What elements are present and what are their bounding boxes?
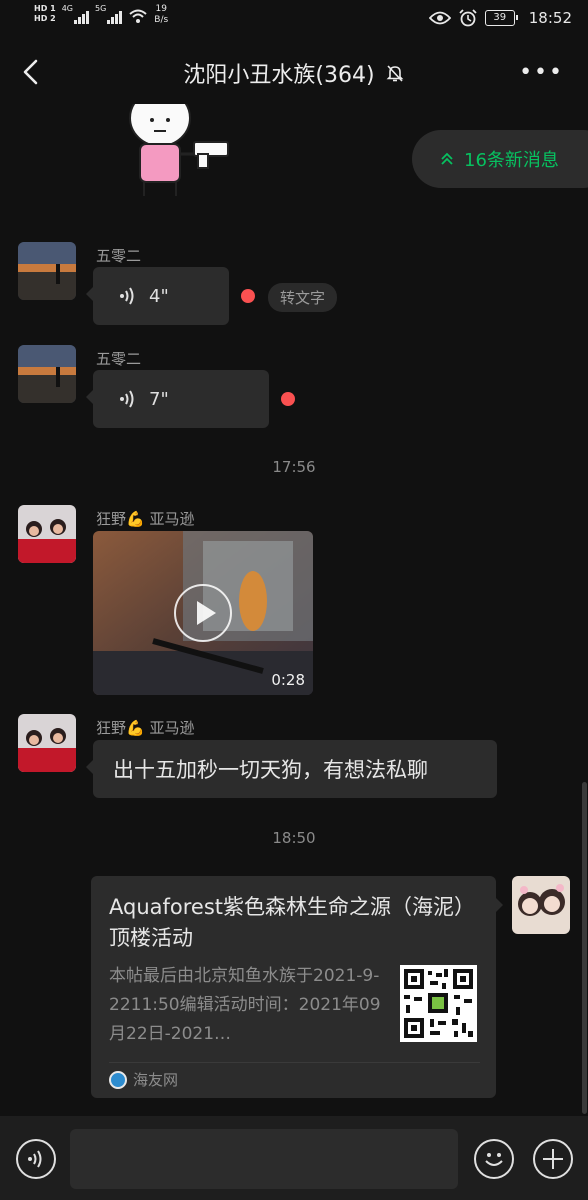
signal-icon — [73, 10, 89, 24]
input-bar — [0, 1116, 588, 1200]
clock-time: 18:52 — [528, 9, 572, 27]
chat-title: 沈阳小丑水族(364) — [183, 63, 375, 88]
avatar[interactable] — [18, 345, 76, 403]
sender-name: 狂野💪 亚马逊 — [96, 719, 195, 737]
card-divider — [109, 1062, 480, 1063]
voice-message-bubble[interactable]: 7" — [86, 370, 269, 428]
voice-input-button[interactable] — [16, 1139, 56, 1179]
new-messages-label: 16条新消息 — [464, 150, 559, 171]
voice-duration: 7" — [149, 388, 169, 410]
battery-icon: 39 — [484, 10, 518, 26]
source-logo-icon — [109, 1070, 127, 1089]
voice-wave-icon — [120, 287, 134, 305]
status-bar: HD 1 HD 2 4G 5G 19 B/s 39 18:52 — [0, 0, 588, 40]
eye-icon — [428, 11, 451, 25]
voice-message-bubble[interactable]: 4" — [86, 267, 229, 325]
text-message-bubble[interactable]: 出十五加秒一切天狗，有想法私聊 — [86, 740, 497, 798]
my-avatar[interactable] — [512, 876, 570, 934]
message-text: 出十五加秒一切天狗，有想法私聊 — [113, 758, 428, 782]
network-speed-value: 19 — [155, 4, 167, 14]
unread-dot — [241, 289, 255, 303]
avatar[interactable] — [18, 505, 76, 563]
sim2-label: HD 2 — [34, 14, 56, 23]
convert-to-text-button[interactable]: 转文字 — [268, 283, 338, 312]
unread-dot — [281, 392, 295, 406]
avatar[interactable] — [18, 714, 76, 772]
link-card[interactable]: Aquaforest紫色森林生命之源（海泥）顶楼活动 本帖最后由北京知鱼水族于2… — [91, 876, 503, 1098]
signal-icon — [107, 10, 123, 24]
more-options-icon[interactable]: ••• — [519, 60, 564, 85]
sticker-image[interactable] — [124, 104, 234, 200]
plus-icon — [543, 1149, 563, 1169]
wifi-icon — [129, 9, 147, 23]
double-chevron-up-icon — [441, 152, 453, 165]
chat-header: 沈阳小丑水族(364) ••• — [0, 40, 588, 104]
network-type-1: 4G — [61, 4, 73, 13]
network-type-2: 5G — [94, 4, 107, 13]
card-source: 海友网 — [133, 1071, 179, 1089]
sender-name: 狂野💪 亚马逊 — [96, 510, 195, 528]
smiley-icon — [485, 1153, 503, 1166]
scrollbar[interactable] — [582, 782, 587, 1114]
voice-wave-icon — [28, 1150, 42, 1168]
sim1-label: HD 1 — [34, 4, 56, 13]
timestamp: 18:50 — [272, 829, 316, 847]
qr-code-icon — [400, 965, 477, 1042]
muted-bell-icon — [386, 65, 404, 82]
network-speed-unit: B/s — [154, 15, 169, 25]
voice-duration: 4" — [149, 285, 169, 307]
voice-wave-icon — [120, 390, 134, 408]
video-message[interactable]: 0:28 — [93, 531, 313, 695]
emoji-button[interactable] — [474, 1139, 514, 1179]
new-messages-button[interactable]: 16条新消息 — [412, 130, 588, 188]
sender-name: 五零二 — [96, 350, 142, 368]
play-icon[interactable] — [174, 584, 232, 642]
avatar[interactable] — [18, 242, 76, 300]
alarm-icon — [459, 9, 477, 27]
message-input[interactable] — [70, 1129, 458, 1189]
timestamp: 17:56 — [272, 458, 316, 476]
card-description: 本帖最后由北京知鱼水族于2021-9-2211:50编辑活动时间：2021年09… — [109, 966, 381, 1044]
more-functions-button[interactable] — [533, 1139, 573, 1179]
card-title: Aquaforest紫色森林生命之源（海泥）顶楼活动 — [109, 895, 476, 950]
video-duration: 0:28 — [271, 671, 305, 689]
sender-name: 五零二 — [96, 247, 142, 265]
